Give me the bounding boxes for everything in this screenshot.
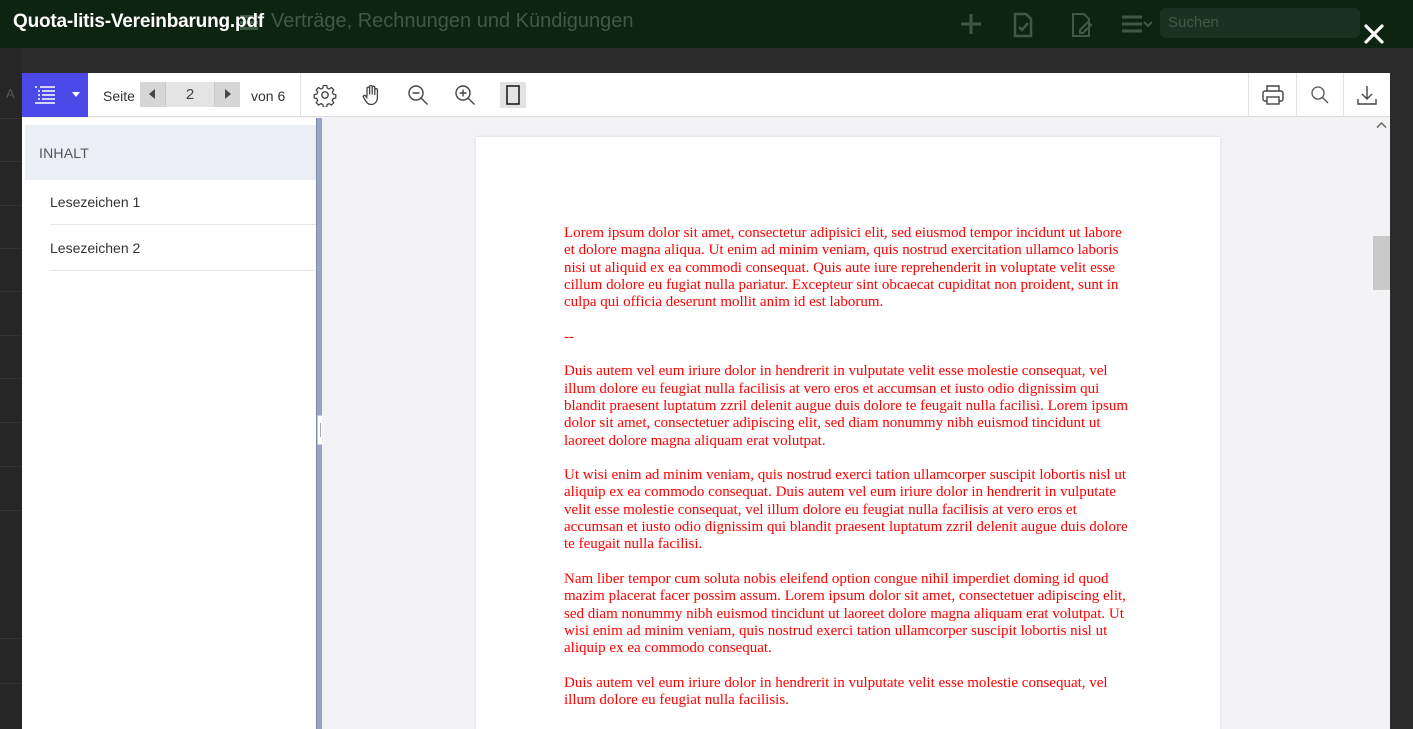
arrow-right-icon	[225, 89, 231, 99]
background-sidebar: A	[0, 48, 22, 729]
background-right-strip	[1390, 48, 1413, 729]
page-navigator	[140, 82, 240, 107]
toolbar-divider	[1343, 73, 1344, 117]
document-area: Lorem ipsum dolor sit amet, consectetur …	[322, 118, 1373, 729]
arrow-left-icon	[149, 89, 155, 99]
zoom-in-icon[interactable]	[453, 83, 477, 107]
background-page-title: Verträge, Rechnungen und Kündigungen	[271, 10, 634, 32]
document-check-icon	[1010, 12, 1036, 38]
outline-toggle-button[interactable]	[22, 73, 88, 117]
scrollbar-thumb[interactable]	[1373, 236, 1390, 290]
paragraph: Lorem ipsum dolor sit amet, consectetur …	[564, 225, 1122, 311]
page-number-input[interactable]	[165, 82, 215, 107]
chevron-up-icon[interactable]	[1376, 121, 1387, 129]
zoom-out-icon[interactable]	[406, 83, 430, 107]
bookmark-item[interactable]: Lesezeichen 1	[50, 180, 316, 225]
download-icon[interactable]	[1355, 83, 1379, 107]
bookmark-item[interactable]: Lesezeichen 2	[50, 226, 316, 271]
hand-icon[interactable]	[360, 83, 384, 107]
toolbar-divider	[300, 73, 301, 117]
paragraph: Nam liber tempor cum soluta nobis eleife…	[564, 570, 1126, 657]
settings-icon[interactable]	[313, 83, 337, 107]
paragraph: Ut wisi enim ad minim veniam, quis nostr…	[564, 467, 1128, 553]
pdf-page: Lorem ipsum dolor sit amet, consectetur …	[476, 137, 1220, 729]
bookmark-label: Lesezeichen 1	[50, 194, 141, 210]
file-title: Quota-litis-Vereinbarung.pdf	[13, 11, 264, 32]
page-label: Seite	[103, 88, 135, 104]
close-icon[interactable]	[1362, 22, 1386, 46]
search-icon[interactable]	[1308, 83, 1332, 107]
background-search-input: Suchen	[1160, 8, 1360, 38]
paragraph: Duis autem vel eum iriure dolor in hendr…	[564, 674, 1108, 709]
chevron-down-icon	[72, 92, 80, 97]
paragraph: Duis autem vel eum iriure dolor in hendr…	[564, 363, 1129, 449]
bookmark-label: Lesezeichen 2	[50, 240, 141, 256]
page-text: Lorem ipsum dolor sit amet, consectetur …	[564, 225, 1134, 727]
outline-header: INHALT	[25, 125, 316, 180]
page-view-icon[interactable]	[500, 82, 526, 108]
previous-page-button[interactable]	[140, 82, 165, 107]
document-edit-icon	[1068, 12, 1094, 37]
plus-icon	[958, 12, 984, 36]
outline-header-label: INHALT	[39, 145, 89, 161]
list-options-icon	[1120, 12, 1153, 36]
viewer-toolbar: Seite von 6	[22, 73, 1390, 117]
page-total-label: von 6	[251, 88, 286, 104]
vertical-scrollbar[interactable]	[1373, 118, 1390, 729]
outline-sidebar: INHALT Lesezeichen 1 Lesezeichen 2	[22, 118, 316, 729]
paragraph: --	[564, 328, 574, 345]
toolbar-divider	[1296, 73, 1297, 117]
print-icon[interactable]	[1261, 83, 1285, 107]
toolbar-divider	[1248, 73, 1249, 117]
pdf-viewer: Seite von 6	[22, 73, 1390, 729]
outline-icon	[35, 86, 55, 104]
next-page-button[interactable]	[215, 82, 240, 107]
